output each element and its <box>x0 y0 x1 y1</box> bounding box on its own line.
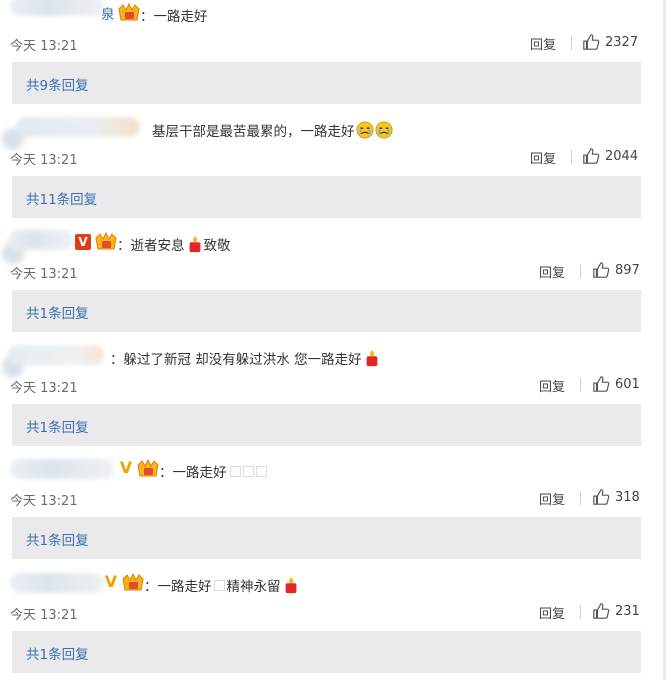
thumbs-up-icon <box>583 148 600 164</box>
comment-item: V ：逝者安息 致敬 今天 13:21 回复 897 共1条回复 <box>0 228 666 342</box>
username-blurred[interactable] <box>10 0 104 16</box>
like-count: 2327 <box>605 34 639 50</box>
crying-emoji-icon <box>374 121 393 139</box>
username-fragment[interactable]: 泉 <box>101 3 115 23</box>
vip-crown-icon <box>118 3 140 21</box>
view-replies-link[interactable]: 共1条回复 <box>26 302 89 322</box>
username-blurred[interactable] <box>16 117 140 137</box>
replies-box: 共1条回复 <box>12 517 641 559</box>
colon: ： <box>140 9 154 25</box>
username-blurred[interactable] <box>10 573 104 593</box>
comment-header: 泉 ：一路走好 <box>0 0 666 30</box>
reply-button[interactable]: 回复 <box>539 489 565 508</box>
comment-header: V ：一路走好 <box>0 455 666 485</box>
reply-button[interactable]: 回复 <box>530 148 556 167</box>
like-count: 231 <box>615 603 640 619</box>
thumbs-up-icon <box>593 603 610 619</box>
candle-emoji-icon <box>366 349 377 367</box>
vip-crown-icon <box>122 573 144 591</box>
comment-text: 基层干部是最苦最累的，一路走好 <box>152 124 355 140</box>
missing-glyph-icon <box>213 580 225 591</box>
comment-text-suffix: 精神永留 <box>226 579 281 595</box>
comment-text: 一路走好 <box>157 579 212 595</box>
missing-glyph-icon <box>242 466 254 477</box>
like-count: 2044 <box>605 148 639 164</box>
thumbs-up-icon <box>593 489 610 505</box>
like-count: 897 <box>615 262 640 278</box>
divider <box>580 491 581 505</box>
reply-button[interactable]: 回复 <box>530 34 556 53</box>
view-replies-link[interactable]: 共11条回复 <box>26 188 97 208</box>
thumbs-up-icon <box>593 262 610 278</box>
comment-item: V ：一路走好 精神永留 今天 13:21 回复 231 共1条回复 <box>0 569 666 683</box>
timestamp: 今天 13:21 <box>10 39 78 54</box>
crying-emoji-icon <box>355 121 374 139</box>
verified-badge-icon: V <box>104 572 118 591</box>
missing-glyph-icon <box>255 466 267 477</box>
view-replies-link[interactable]: 共1条回复 <box>26 416 89 436</box>
like-count: 318 <box>615 489 640 505</box>
replies-box: 共1条回复 <box>12 290 641 332</box>
colon: ： <box>110 352 124 368</box>
comment-header: ：躲过了新冠 却没有躲过洪水 您一路走好 <box>0 342 666 378</box>
comment-item: ：躲过了新冠 却没有躲过洪水 您一路走好 今天 13:21 回复 601 共1条… <box>0 342 666 456</box>
timestamp: 今天 13:21 <box>10 608 78 623</box>
like-button[interactable]: 601 <box>592 375 640 393</box>
thumbs-up-icon <box>583 34 600 50</box>
reply-button[interactable]: 回复 <box>539 376 565 395</box>
replies-box: 共1条回复 <box>12 404 641 446</box>
comment-header: 基层干部是最苦最累的，一路走好 <box>0 114 666 150</box>
vip-crown-icon <box>137 459 159 477</box>
replies-box: 共11条回复 <box>12 176 641 218</box>
timestamp: 今天 13:21 <box>10 267 78 282</box>
timestamp: 今天 13:21 <box>10 494 78 509</box>
thumbs-up-icon <box>593 376 610 392</box>
like-button[interactable]: 318 <box>592 488 640 506</box>
view-replies-link[interactable]: 共1条回复 <box>26 643 89 663</box>
username-blurred[interactable] <box>8 230 74 250</box>
reply-button[interactable]: 回复 <box>539 603 565 622</box>
comment-header: V ：逝者安息 致敬 <box>0 228 666 264</box>
like-button[interactable]: 231 <box>592 602 640 620</box>
replies-box: 共9条回复 <box>12 62 641 104</box>
like-count: 601 <box>615 376 640 392</box>
comment-text: 一路走好 <box>172 465 227 481</box>
replies-box: 共1条回复 <box>12 631 641 673</box>
like-button[interactable]: 2044 <box>582 147 638 165</box>
vip-crown-icon <box>95 232 117 250</box>
comment-text: 逝者安息 <box>130 238 185 254</box>
view-replies-link[interactable]: 共1条回复 <box>26 529 89 549</box>
comment-list: 泉 ：一路走好 今天 13:21 回复 2327 共9条回复 基层干部是最苦最累… <box>0 0 666 680</box>
missing-glyph-icon <box>229 466 241 477</box>
divider <box>571 150 572 164</box>
like-button[interactable]: 2327 <box>582 33 638 51</box>
reply-button[interactable]: 回复 <box>539 262 565 281</box>
like-button[interactable]: 897 <box>592 261 640 279</box>
divider <box>580 264 581 278</box>
candle-emoji-icon <box>189 235 200 253</box>
divider <box>580 605 581 619</box>
colon: ： <box>144 579 158 595</box>
verified-badge-icon: V <box>119 458 133 477</box>
timestamp: 今天 13:21 <box>10 381 78 396</box>
verified-badge-icon: V <box>75 234 91 250</box>
divider <box>580 378 581 392</box>
colon: ： <box>159 465 173 481</box>
comment-text-suffix: 致敬 <box>203 238 231 254</box>
divider <box>571 36 572 50</box>
comment-text: 一路走好 <box>153 9 208 25</box>
view-replies-link[interactable]: 共9条回复 <box>26 74 89 94</box>
candle-emoji-icon <box>285 576 296 594</box>
comment-header: V ：一路走好 精神永留 <box>0 569 666 599</box>
comment-item: 基层干部是最苦最累的，一路走好 今天 13:21 回复 2044 共11条回复 <box>0 114 666 228</box>
username-blurred[interactable] <box>8 345 104 365</box>
comment-item: 泉 ：一路走好 今天 13:21 回复 2327 共9条回复 <box>0 0 666 114</box>
username-blurred[interactable] <box>10 459 114 479</box>
comment-text: 躲过了新冠 却没有躲过洪水 您一路走好 <box>123 352 362 368</box>
colon: ： <box>117 238 131 254</box>
comment-item: V ：一路走好 今天 13:21 回复 318 共1条回复 <box>0 455 666 569</box>
timestamp: 今天 13:21 <box>10 153 78 168</box>
